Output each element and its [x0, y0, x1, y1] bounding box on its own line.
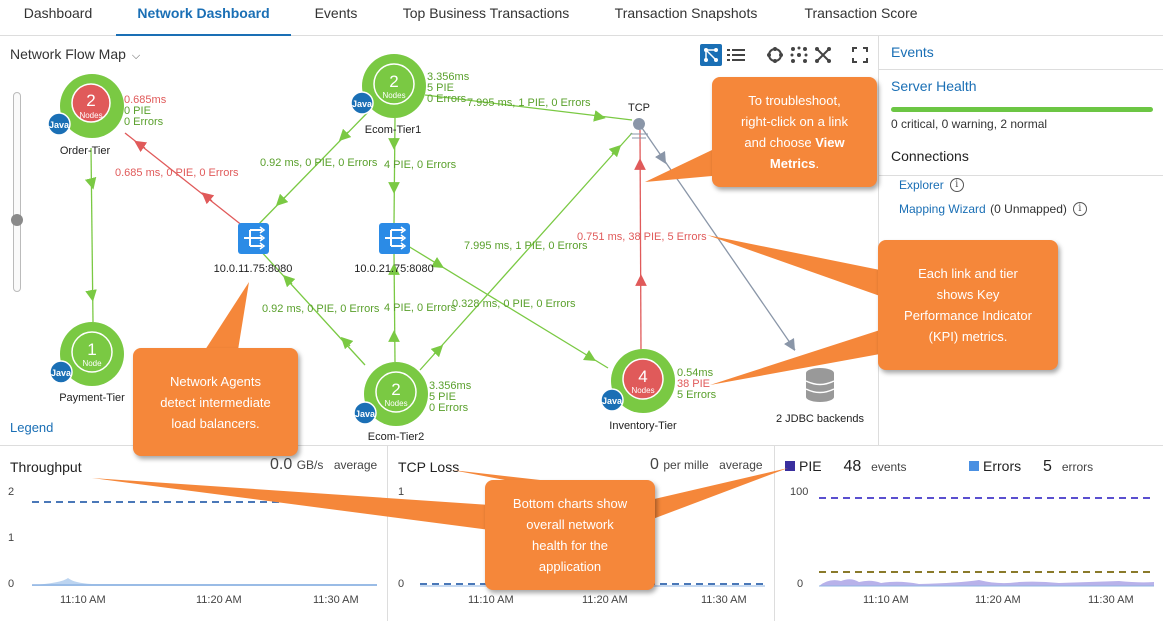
- callout-text: right-click on a link: [741, 114, 848, 129]
- callout-text: application: [538, 559, 602, 574]
- pointer-kpi-link: [707, 235, 880, 296]
- callout-text: (KPI) metrics.: [928, 329, 1008, 344]
- callout-agents: Network Agents detect intermediate load …: [133, 348, 298, 456]
- callout-text: and choose: [744, 135, 812, 150]
- callout-text: load balancers.: [171, 415, 260, 431]
- pointer-troubleshoot: [645, 150, 712, 182]
- callout-text: Bottom charts show: [512, 496, 628, 511]
- callout-text: To troubleshoot,: [748, 93, 841, 108]
- callout-text: detect intermediate: [160, 394, 271, 410]
- pointer-pie: [650, 468, 788, 520]
- pointer-throughput: [92, 478, 490, 530]
- callout-text: Performance Indicator: [904, 308, 1032, 323]
- callout-text: Each link and tier: [918, 266, 1018, 281]
- callout-text: health for the: [532, 538, 608, 553]
- pointer-kpi-tier: [710, 330, 880, 385]
- callout-kpi: Each link and tier shows Key Performance…: [878, 240, 1058, 370]
- callout-text: Network Agents: [169, 373, 262, 389]
- callout-text: overall network: [526, 517, 614, 532]
- callout-bottom-charts: Bottom charts show overall network healt…: [485, 480, 655, 590]
- callout-text: shows Key: [936, 287, 1000, 302]
- callout-troubleshoot: To troubleshoot, right-click on a link a…: [712, 77, 877, 187]
- pointer-tcp-loss: [452, 470, 540, 480]
- pointer-agents: [205, 282, 249, 350]
